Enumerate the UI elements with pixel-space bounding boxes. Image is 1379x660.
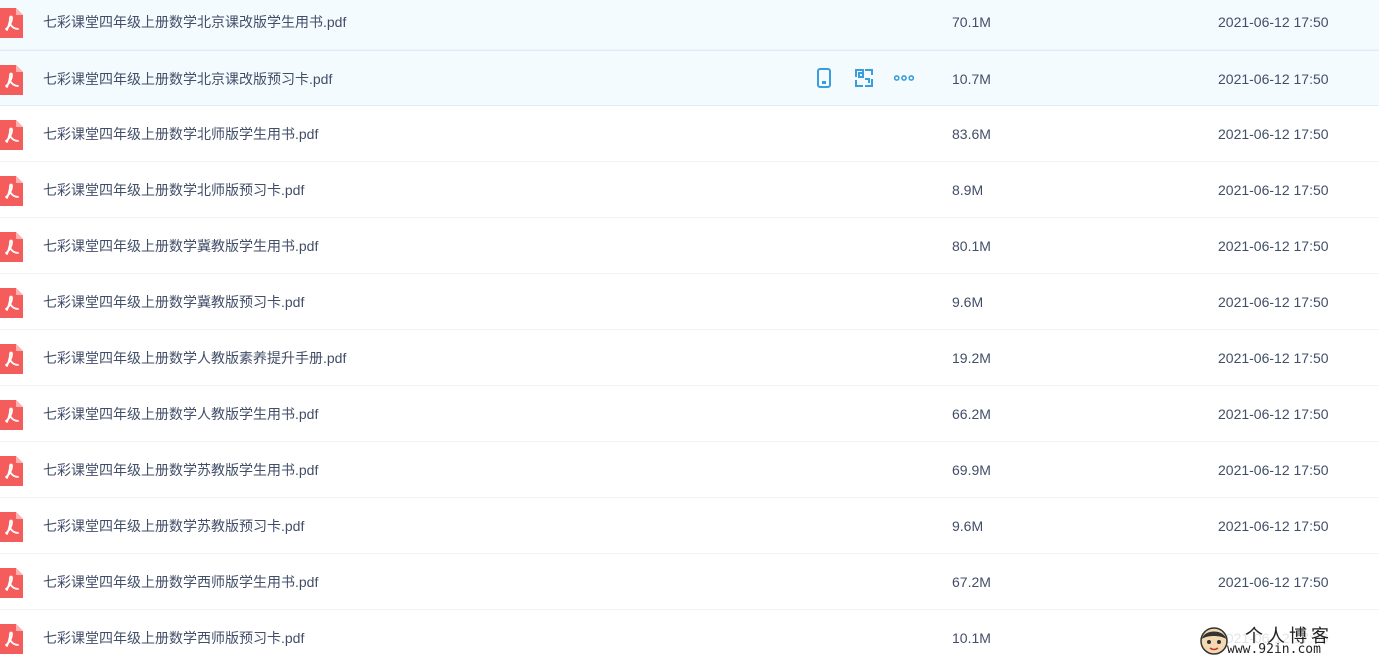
file-size: 8.9M xyxy=(952,182,984,198)
file-date: 2021-06-12 17:50 xyxy=(1218,294,1329,310)
pdf-icon xyxy=(0,65,23,95)
file-size: 19.2M xyxy=(952,350,991,366)
file-date: 2021-06-12 17:50 xyxy=(1218,182,1329,198)
file-size: 67.2M xyxy=(952,574,991,590)
file-size: 70.1M xyxy=(952,14,991,30)
phone-icon[interactable] xyxy=(814,68,834,88)
file-row[interactable]: 七彩课堂四年级上册数学人教版学生用书.pdf 66.2M 2021-06-12 … xyxy=(0,386,1379,442)
file-size: 10.1M xyxy=(952,630,991,646)
file-row-hovered[interactable]: 七彩课堂四年级上册数学北京课改版预习卡.pdf 10.7M 2021-06-12… xyxy=(0,50,1379,106)
file-size: 66.2M xyxy=(952,406,991,422)
file-size: 69.9M xyxy=(952,462,991,478)
file-name[interactable]: 七彩课堂四年级上册数学冀教版学生用书.pdf xyxy=(43,218,318,274)
pdf-icon xyxy=(0,512,23,542)
file-list: 七彩课堂四年级上册数学北京课改版学生用书.pdf 70.1M 2021-06-1… xyxy=(0,0,1379,660)
file-row[interactable]: 七彩课堂四年级上册数学北师版预习卡.pdf 8.9M 2021-06-12 17… xyxy=(0,162,1379,218)
file-date: 2021-06-12 17:50 xyxy=(1218,574,1329,590)
pdf-icon xyxy=(0,120,23,150)
watermark-url: www.92in.com xyxy=(1227,642,1321,657)
file-name[interactable]: 七彩课堂四年级上册数学北京课改版学生用书.pdf xyxy=(43,0,346,50)
pdf-icon xyxy=(0,344,23,374)
pdf-icon xyxy=(0,176,23,206)
file-name[interactable]: 七彩课堂四年级上册数学北师版学生用书.pdf xyxy=(43,106,318,162)
file-row[interactable]: 七彩课堂四年级上册数学冀教版学生用书.pdf 80.1M 2021-06-12 … xyxy=(0,218,1379,274)
file-date: 2021-06-12 17:50 xyxy=(1218,350,1329,366)
file-name[interactable]: 七彩课堂四年级上册数学西师版预习卡.pdf xyxy=(43,610,304,660)
pdf-icon xyxy=(0,232,23,262)
pdf-icon xyxy=(0,8,23,38)
file-name[interactable]: 七彩课堂四年级上册数学苏教版预习卡.pdf xyxy=(43,498,304,554)
file-row[interactable]: 七彩课堂四年级上册数学冀教版预习卡.pdf 9.6M 2021-06-12 17… xyxy=(0,274,1379,330)
file-row[interactable]: 七彩课堂四年级上册数学苏教版学生用书.pdf 69.9M 2021-06-12 … xyxy=(0,442,1379,498)
more-icon[interactable] xyxy=(894,68,914,88)
pdf-icon xyxy=(0,456,23,486)
file-name[interactable]: 七彩课堂四年级上册数学人教版素养提升手册.pdf xyxy=(43,330,346,386)
file-size: 9.6M xyxy=(952,294,984,310)
file-size: 83.6M xyxy=(952,126,991,142)
pdf-icon xyxy=(0,400,23,430)
file-name[interactable]: 七彩课堂四年级上册数学苏教版学生用书.pdf xyxy=(43,442,318,498)
file-name[interactable]: 七彩课堂四年级上册数学冀教版预习卡.pdf xyxy=(43,274,304,330)
file-size: 80.1M xyxy=(952,238,991,254)
file-date: 2021-06-12 17:50 xyxy=(1218,518,1329,534)
pdf-icon xyxy=(0,288,23,318)
mascot-icon xyxy=(1200,627,1228,655)
file-name[interactable]: 七彩课堂四年级上册数学人教版学生用书.pdf xyxy=(43,386,318,442)
file-row[interactable]: 七彩课堂四年级上册数学北师版学生用书.pdf 83.6M 2021-06-12 … xyxy=(0,106,1379,162)
file-date: 2021-06-12 17:50 xyxy=(1218,126,1329,142)
file-date: 2021-06-12 17:50 xyxy=(1218,71,1329,87)
file-date: 2021-06-12 17:50 xyxy=(1218,462,1329,478)
file-name[interactable]: 七彩课堂四年级上册数学北师版预习卡.pdf xyxy=(43,162,304,218)
pdf-icon xyxy=(0,624,23,654)
file-name[interactable]: 七彩课堂四年级上册数学西师版学生用书.pdf xyxy=(43,554,318,610)
pdf-icon xyxy=(0,568,23,598)
file-row[interactable]: 七彩课堂四年级上册数学苏教版预习卡.pdf 9.6M 2021-06-12 17… xyxy=(0,498,1379,554)
file-date: 2021-06-12 17:50 xyxy=(1218,238,1329,254)
file-row[interactable]: 七彩课堂四年级上册数学西师版预习卡.pdf 10.1M 2021-06-12 1… xyxy=(0,610,1379,660)
file-name[interactable]: 七彩课堂四年级上册数学北京课改版预习卡.pdf xyxy=(43,51,332,107)
file-row[interactable]: 七彩课堂四年级上册数学人教版素养提升手册.pdf 19.2M 2021-06-1… xyxy=(0,330,1379,386)
file-date: 2021-06-12 17:50 xyxy=(1218,14,1329,30)
file-row[interactable]: 七彩课堂四年级上册数学北京课改版学生用书.pdf 70.1M 2021-06-1… xyxy=(0,0,1379,50)
row-actions xyxy=(814,68,914,90)
file-date: 2021-06-12 17:50 xyxy=(1218,406,1329,422)
file-size: 9.6M xyxy=(952,518,984,534)
file-row[interactable]: 七彩课堂四年级上册数学西师版学生用书.pdf 67.2M 2021-06-12 … xyxy=(0,554,1379,610)
watermark: 个人博客 www.92in.com xyxy=(1181,622,1379,660)
file-size: 10.7M xyxy=(952,71,991,87)
share-icon[interactable] xyxy=(854,68,874,88)
